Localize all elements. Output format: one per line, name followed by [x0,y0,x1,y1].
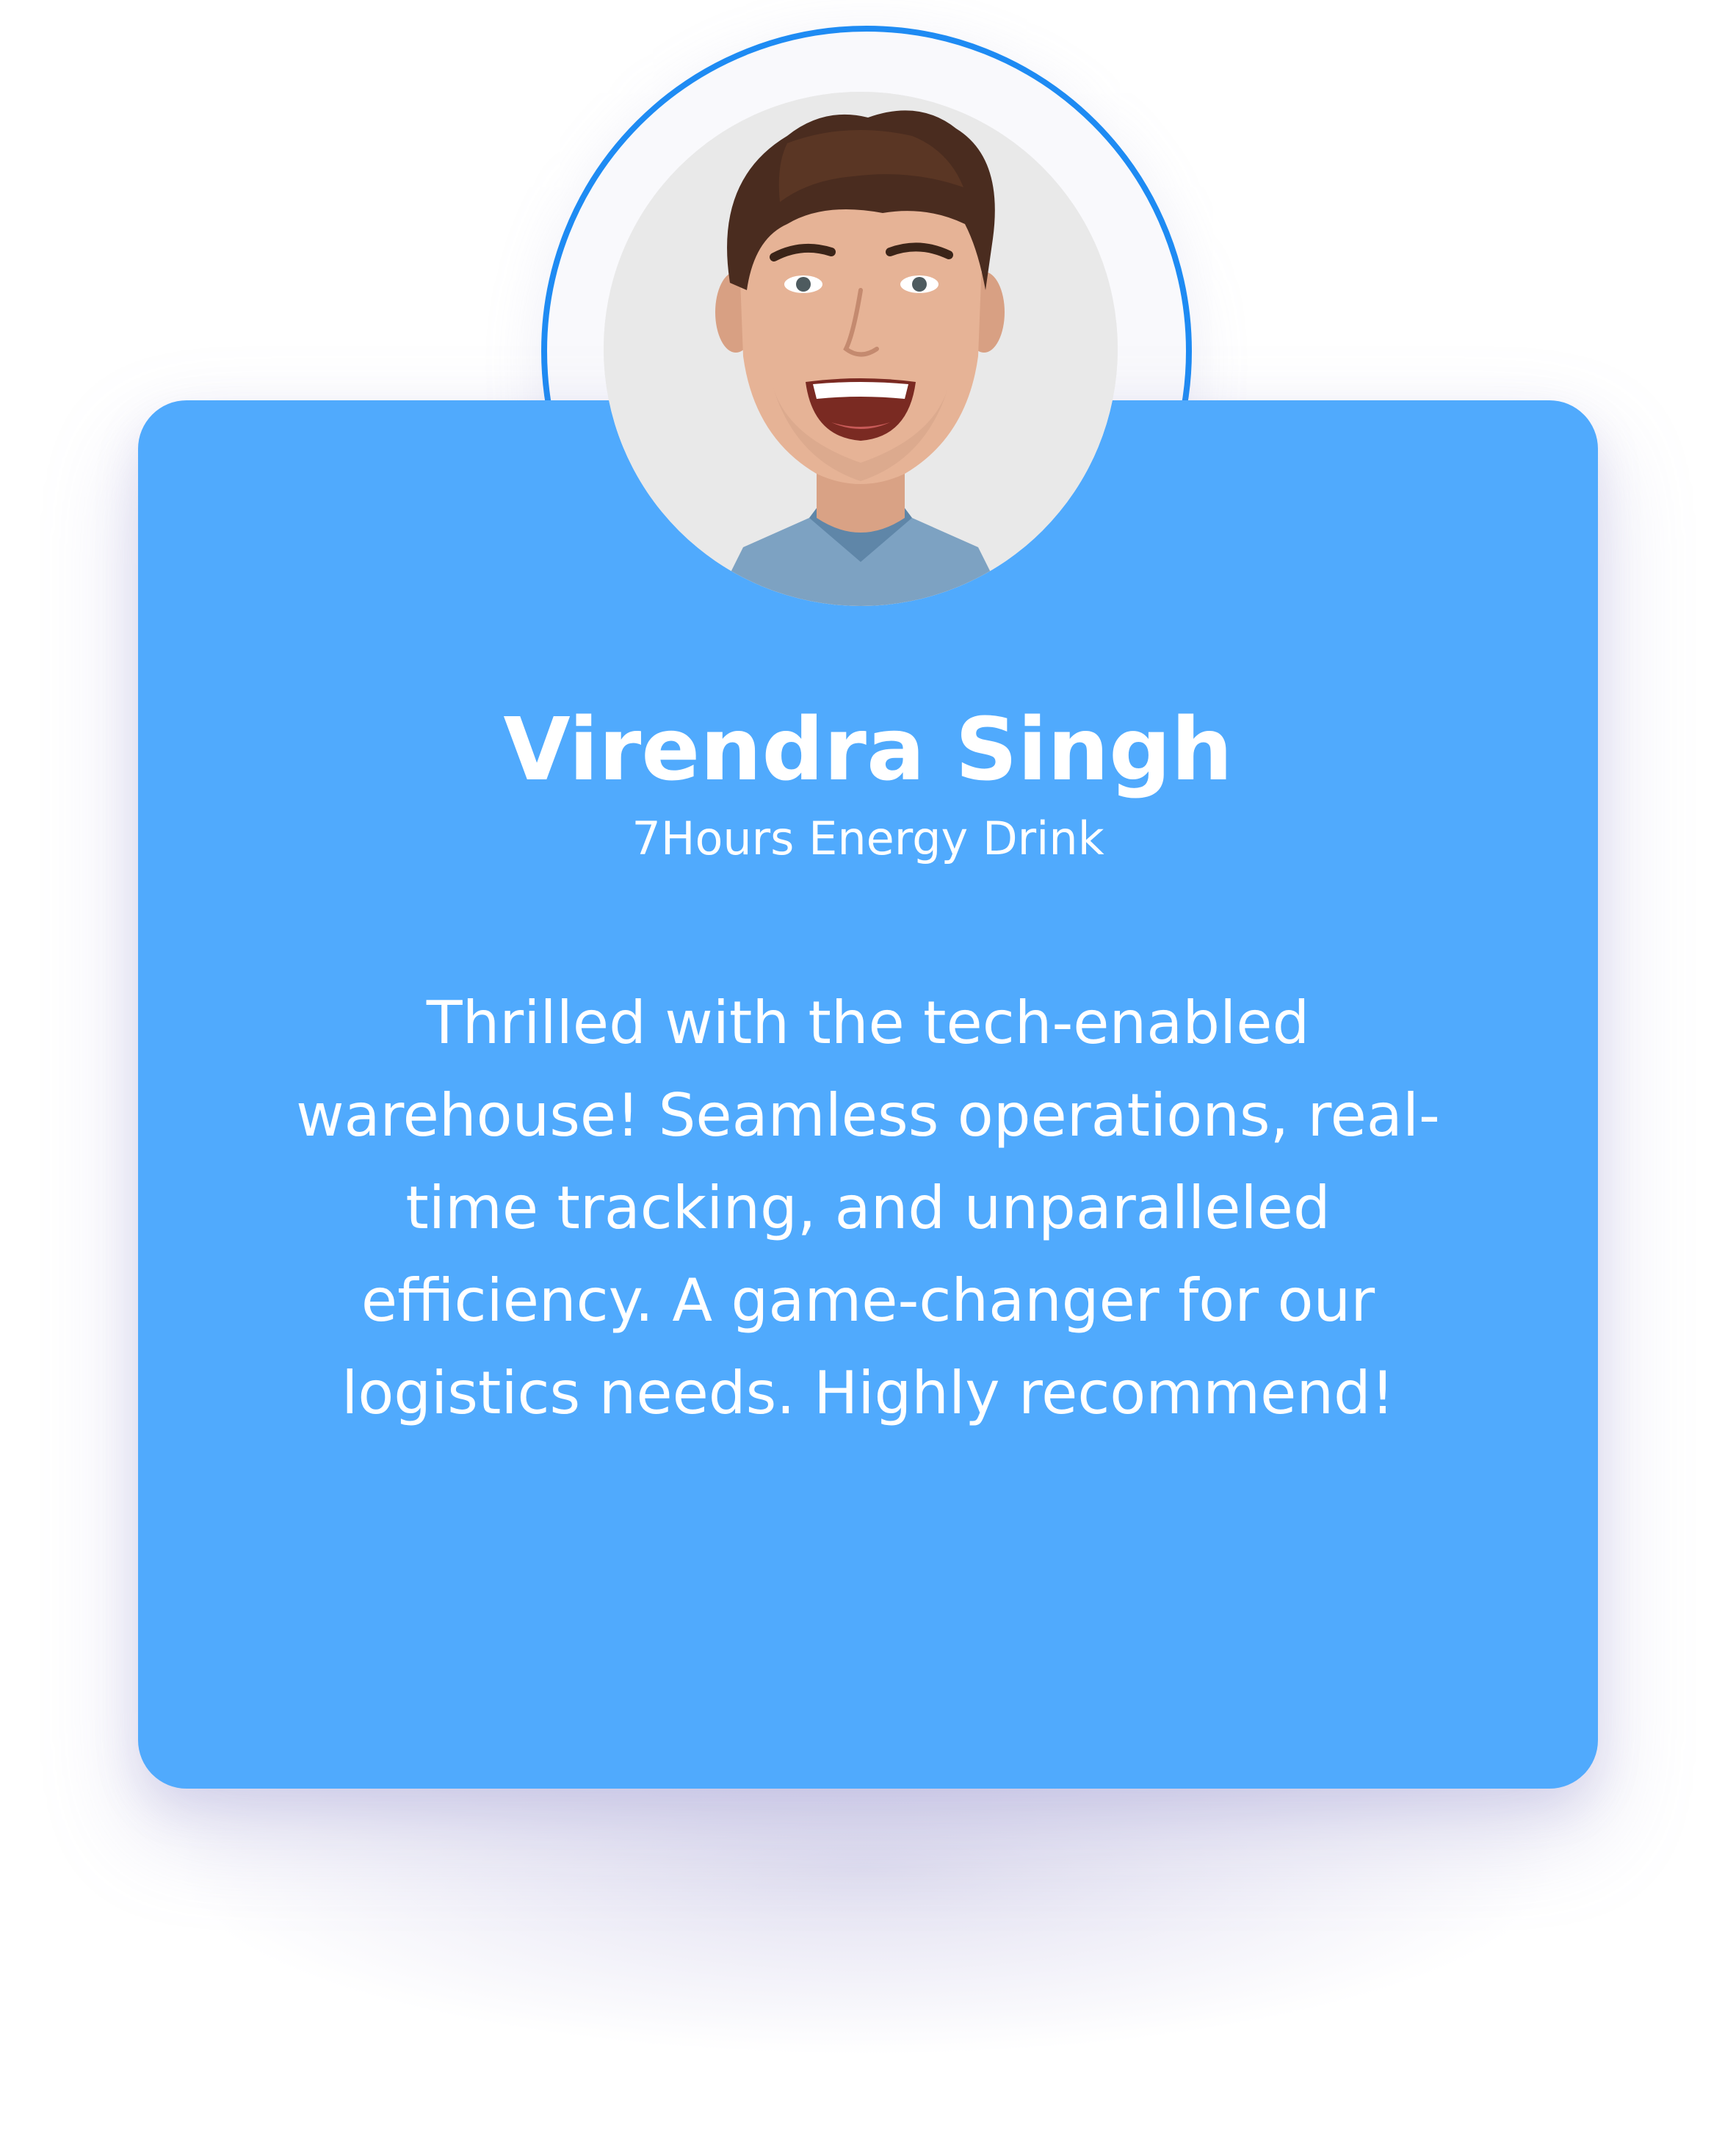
testimonial-quote: Thrilled with the tech-enabled warehouse… [296,989,1440,1427]
reviewer-name: Virendra Singh [503,699,1233,800]
avatar-photo [604,92,1118,606]
reviewer-company: 7Hours Energy Drink [632,812,1104,865]
avatar [604,92,1118,606]
